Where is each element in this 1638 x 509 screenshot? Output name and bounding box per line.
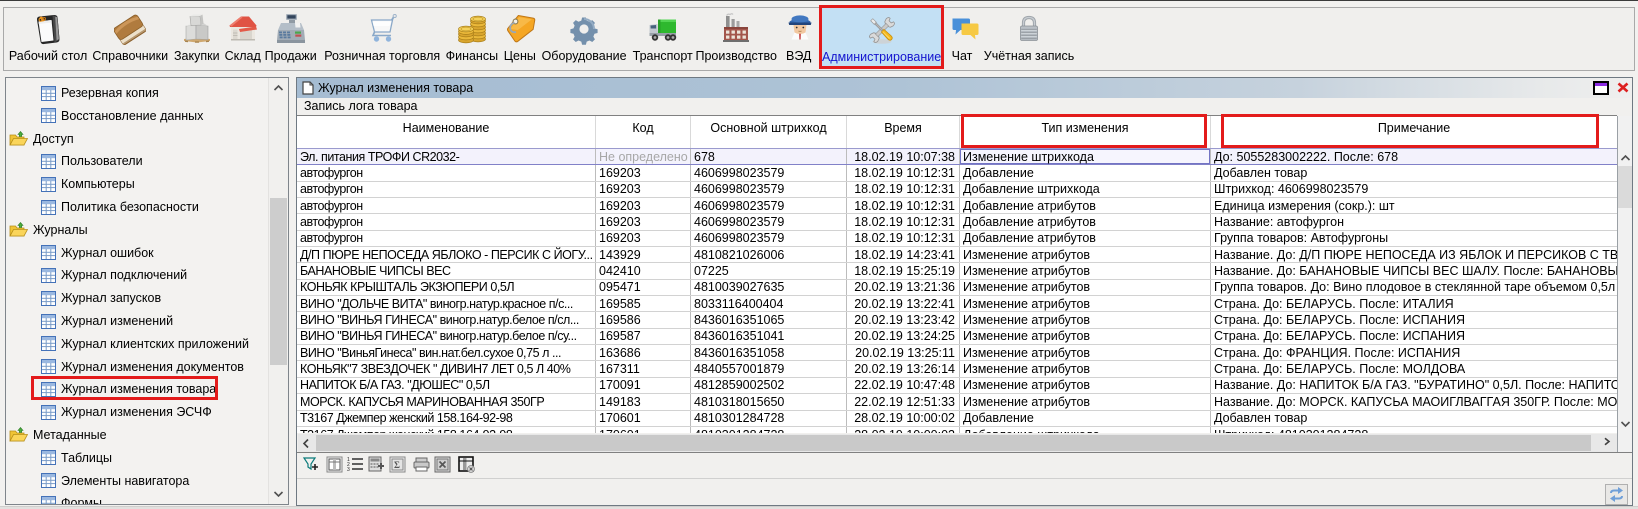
svg-text:Σ: Σ — [394, 460, 400, 470]
svg-text:3: 3 — [347, 467, 350, 473]
